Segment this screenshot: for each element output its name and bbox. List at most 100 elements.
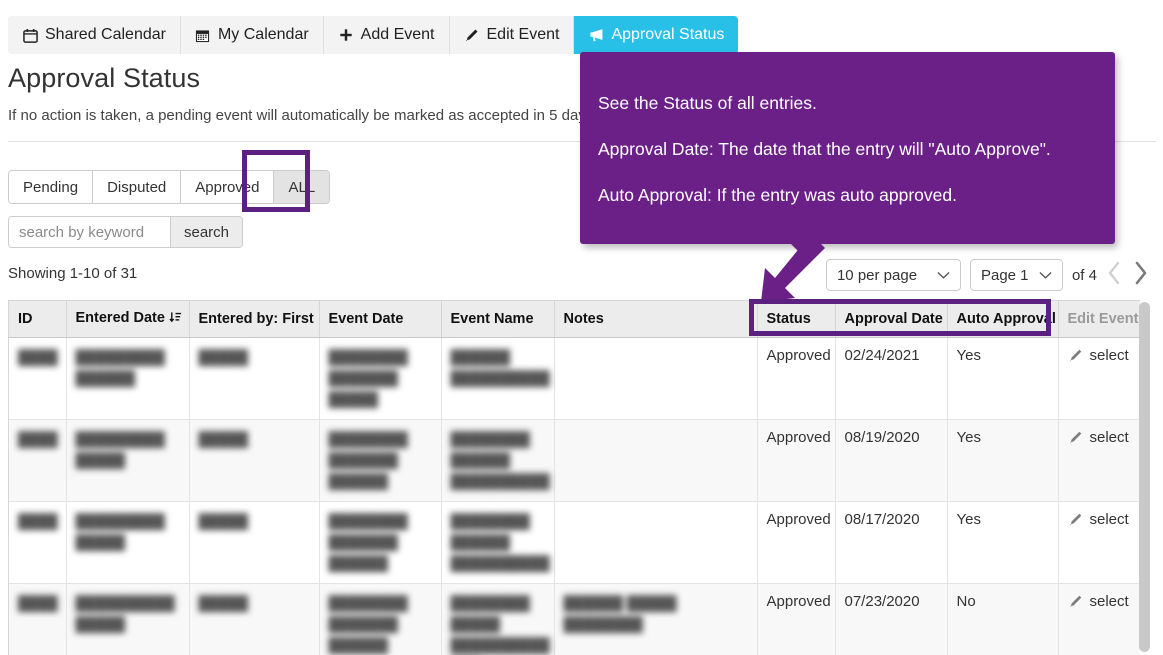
filter-all[interactable]: ALL [274, 171, 330, 203]
filter-label: ALL [288, 178, 316, 196]
redacted-text: ██████████████████████████ [450, 595, 550, 653]
tab-add-event[interactable]: Add Event [323, 16, 450, 54]
redacted-text: ████████ ██████ ██████████ [450, 513, 550, 571]
redacted-text: █████ [198, 349, 249, 365]
col-approval-date[interactable]: Approval Date [835, 301, 948, 338]
filter-disputed[interactable]: Disputed [93, 171, 182, 203]
page-subtitle: If no action is taken, a pending event w… [8, 107, 598, 124]
tab-my-calendar[interactable]: My Calendar [180, 16, 324, 54]
tab-shared-calendar[interactable]: Shared Calendar [8, 16, 181, 54]
redacted-text: █████████ █████ [75, 431, 165, 468]
tab-label: Edit Event [486, 26, 560, 43]
pencil-icon [1068, 512, 1083, 531]
redacted-text: █████████ █████ [75, 513, 165, 550]
cell-event-date: ████████ ███████ ██████ [319, 419, 442, 502]
pencil-icon [1068, 594, 1083, 613]
cell-edit-event[interactable]: select [1058, 337, 1140, 420]
cell-auto-approval: Yes [947, 337, 1059, 420]
col-entered-by-first[interactable]: Entered by: First [189, 301, 320, 338]
main-tab-bar: Shared Calendar My Calendar Add Event Ed… [8, 16, 739, 54]
cell-edit-event[interactable]: select [1058, 419, 1140, 502]
col-event-name[interactable]: Event Name [441, 301, 555, 338]
redacted-text: ████████ ██████ ██████████ [450, 431, 550, 489]
redacted-text: █████ [198, 431, 249, 447]
tab-label: Shared Calendar [45, 26, 166, 43]
table-header-row: ID Entered Date Entered by: First Event … [9, 301, 1140, 338]
col-entered-date[interactable]: Entered Date [66, 301, 190, 338]
edit-link-label: select [1089, 593, 1129, 610]
tab-label: Approval Status [611, 26, 725, 43]
tab-label: My Calendar [217, 26, 309, 43]
search-input[interactable] [9, 217, 170, 247]
redacted-text: ████████ ███████ █████ [328, 349, 408, 407]
redacted-text: ████ [18, 431, 58, 447]
page-total: of 4 [1071, 266, 1097, 284]
table-body: ████ █████████ ██████ █████ ████████ █████… [9, 337, 1140, 655]
filter-pending[interactable]: Pending [9, 171, 94, 203]
table-row[interactable]: ████ █████████ █████ █████ ████████ ██████… [9, 419, 1140, 502]
col-label: ID [18, 311, 33, 327]
cell-event-date: ████████ ███████ █████ [319, 337, 442, 420]
calendar-icon [22, 27, 38, 43]
cell-id: ████ [9, 583, 67, 655]
redacted-text: ██████ ██████████ [450, 349, 550, 386]
page-select[interactable]: Page 1 [969, 259, 1063, 291]
cell-id: ████ [9, 337, 67, 420]
search-bar: search [8, 216, 244, 248]
cell-approval-date: 08/17/2020 [835, 501, 948, 584]
tab-edit-event[interactable]: Edit Event [449, 16, 575, 54]
redacted-text: ████████ ███████ ██████ [328, 431, 408, 489]
page-value: Page 1 [980, 266, 1029, 284]
cell-event-name: ██████████████████████████ [441, 583, 555, 655]
results-count: Showing 1-10 of 31 [8, 265, 138, 282]
col-label: Approval Date [844, 311, 943, 327]
search-button[interactable]: search [170, 217, 243, 247]
cell-edit-event[interactable]: select [1058, 501, 1140, 584]
cell-entered-by: █████ [189, 337, 320, 420]
plus-icon [338, 27, 354, 43]
table-vertical-scrollbar[interactable] [1139, 302, 1150, 652]
cell-notes [554, 419, 758, 502]
cell-edit-event[interactable]: select [1058, 583, 1140, 655]
pencil-icon [464, 27, 480, 43]
callout-line-1: See the Status of all entries. [598, 93, 817, 113]
sort-descending-icon [169, 311, 182, 328]
cell-event-date: ████████ ███████ ██████ [319, 583, 442, 655]
pencil-icon [1068, 348, 1083, 367]
table-row[interactable]: ████ ███████████████ █████ █████████████… [9, 337, 1140, 420]
col-label: Status [766, 311, 811, 327]
col-id[interactable]: ID [9, 301, 67, 338]
redacted-text: ████████ ███████ ██████ [328, 595, 408, 653]
filter-label: Pending [23, 178, 79, 196]
table-row[interactable]: ████ ███████████████ █████ █████████████… [9, 583, 1140, 655]
redacted-text: ██████ █████ ████████ [563, 595, 677, 632]
filter-approved[interactable]: Approved [181, 171, 275, 203]
cell-event-name: ████████ ██████ ██████████ [441, 419, 555, 502]
redacted-text: ████ [18, 349, 58, 365]
cell-entered-by: █████ [189, 419, 320, 502]
col-label: Event Date [328, 311, 404, 327]
col-label: Auto Approval [956, 311, 1056, 327]
filter-label: Disputed [107, 178, 167, 196]
cell-id: ████ [9, 419, 67, 502]
table-row[interactable]: ████ █████████ █████ █████ ████████ ██████… [9, 501, 1140, 584]
per-page-select[interactable]: 10 per page [825, 259, 961, 291]
col-notes[interactable]: Notes [554, 301, 758, 338]
cell-entered-date: ███████████████ [66, 583, 190, 655]
chevron-right-icon[interactable] [1132, 260, 1149, 290]
chevron-left-icon[interactable] [1106, 260, 1123, 290]
filter-label: Approved [195, 178, 260, 196]
megaphone-icon [588, 27, 604, 43]
redacted-text: ███████████████ [75, 595, 175, 632]
chevron-down-icon [1039, 267, 1052, 284]
redacted-text: █████ [198, 513, 249, 529]
col-label: Entered Date [75, 310, 165, 326]
approval-table: ID Entered Date Entered by: First Event … [9, 301, 1140, 655]
callout-line-3: Auto Approval: If the entry was auto app… [598, 185, 957, 205]
cell-approval-date: 02/24/2021 [835, 337, 948, 420]
col-auto-approval[interactable]: Auto Approval [947, 301, 1059, 338]
edit-link-label: select [1089, 429, 1129, 446]
tab-approval-status[interactable]: Approval Status [574, 16, 739, 54]
col-event-date[interactable]: Event Date [319, 301, 442, 338]
info-callout: See the Status of all entries. Approval … [580, 52, 1115, 256]
